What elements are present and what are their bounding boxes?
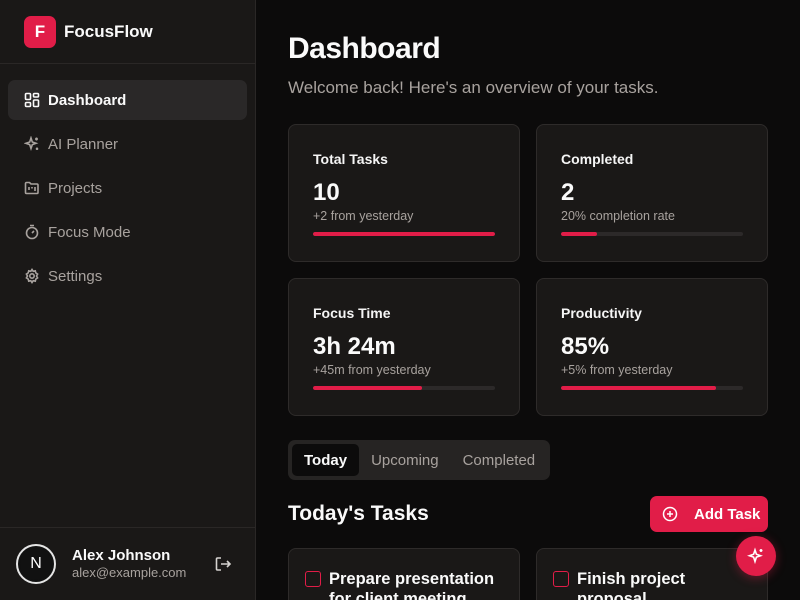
stat-label: Completed [561,151,634,167]
tab-completed[interactable]: Completed [451,444,548,476]
plus-circle-icon [662,506,678,522]
progress-bar-fill [313,386,423,390]
brand-name: FocusFlow [64,21,153,41]
main-content: Dashboard Welcome back! Here's an overvi… [288,0,768,600]
stat-card-productivity: Productivity 85% +5% from yesterday [536,278,768,416]
ai-assistant-button[interactable] [736,536,776,576]
add-task-button[interactable]: Add Task [650,496,768,532]
stat-value: 10 [313,179,340,206]
stat-sub: +5% from yesterday [561,363,673,377]
layout-dashboard-icon [24,92,40,108]
user-name: Alex Johnson [72,547,171,564]
user-profile: N Alex Johnson alex@example.com [0,527,255,600]
add-task-label: Add Task [694,505,761,523]
logout-icon[interactable] [214,555,232,573]
sidebar-item-label: Settings [48,267,103,285]
task-card[interactable]: Finish project proposal [536,548,768,600]
brand[interactable]: F FocusFlow [0,0,255,64]
page-subtitle: Welcome back! Here's an overview of your… [288,78,659,97]
folder-kanban-icon [24,180,40,196]
page-title: Dashboard [288,32,441,65]
sidebar-item-label: Dashboard [48,91,127,109]
progress-bar [561,386,743,390]
progress-bar [313,232,495,236]
sidebar-item-settings[interactable]: Settings [8,256,247,296]
sidebar-item-dashboard[interactable]: Dashboard [8,80,247,120]
progress-bar [313,386,495,390]
user-email: alex@example.com [72,565,187,580]
sidebar-item-label: AI Planner [48,135,119,153]
stat-label: Productivity [561,305,642,321]
stat-sub: +2 from yesterday [313,209,414,223]
task-card[interactable]: Prepare presentation for client meeting [288,548,520,600]
progress-bar-fill [313,232,495,236]
stat-card-total-tasks: Total Tasks 10 +2 from yesterday [288,124,520,262]
stat-sub: 20% completion rate [561,209,675,223]
brand-logo: F [24,15,56,48]
timer-icon [24,224,40,240]
avatar[interactable]: N [16,544,56,584]
progress-bar [561,232,743,236]
user-info: Alex Johnson alex@example.com [72,547,186,581]
section-title: Today's Tasks [288,502,429,525]
sparkles-icon [747,547,763,565]
stat-sub: +45m from yesterday [313,363,431,377]
sidebar-nav: Dashboard AI Planner Projects Focus Mode… [0,64,255,296]
sidebar: F FocusFlow Dashboard AI Planner Project… [0,0,256,600]
sidebar-item-label: Projects [48,179,103,197]
stat-label: Focus Time [313,305,391,321]
sparkles-icon [24,136,40,152]
task-tabs: Today Upcoming Completed [288,440,550,480]
task-checkbox[interactable] [553,571,569,587]
progress-bar-fill [561,232,598,236]
sidebar-item-focus-mode[interactable]: Focus Mode [8,212,247,252]
stat-value: 85% [561,333,610,360]
gear-icon [24,268,40,284]
progress-bar-fill [561,386,716,390]
task-checkbox[interactable] [305,571,321,587]
sidebar-item-label: Focus Mode [48,223,131,241]
task-title: Prepare presentation for client meeting [329,570,495,600]
tab-today[interactable]: Today [292,444,360,476]
stat-value: 3h 24m [313,333,396,360]
stat-card-focus-time: Focus Time 3h 24m +45m from yesterday [288,278,520,416]
tab-upcoming[interactable]: Upcoming [359,444,451,476]
sidebar-item-ai-planner[interactable]: AI Planner [8,124,247,164]
task-title: Finish project proposal [577,570,686,600]
stat-value: 2 [561,179,575,206]
stat-label: Total Tasks [313,151,388,167]
stat-card-completed: Completed 2 20% completion rate [536,124,768,262]
sidebar-item-projects[interactable]: Projects [8,168,247,208]
